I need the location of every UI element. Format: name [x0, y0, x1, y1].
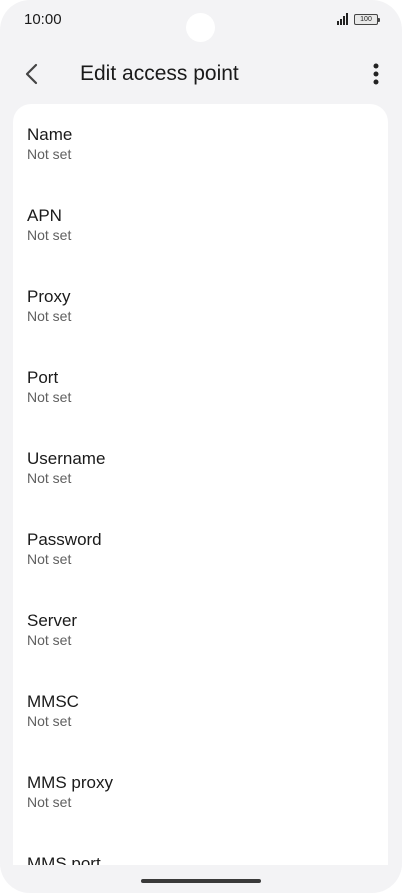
setting-value: Not set	[27, 227, 72, 243]
setting-row-mmsc[interactable]: MMSC Not set	[13, 671, 388, 752]
setting-label: Username	[27, 449, 106, 468]
chevron-left-icon	[25, 63, 38, 85]
setting-value: Not set	[27, 470, 72, 486]
setting-value: Not set	[27, 794, 72, 810]
status-time: 10:00	[24, 11, 62, 28]
setting-label: Server	[27, 611, 78, 630]
setting-label: MMS proxy	[27, 773, 113, 792]
setting-value: Not set	[27, 308, 72, 324]
status-icons: 100	[337, 13, 380, 25]
setting-value: Not set	[27, 713, 72, 729]
setting-label: MMSC	[27, 692, 79, 711]
setting-row-server[interactable]: Server Not set	[13, 590, 388, 671]
setting-row-password[interactable]: Password Not set	[13, 509, 388, 590]
more-options-button[interactable]	[362, 58, 390, 90]
page-title: Edit access point	[80, 62, 239, 85]
setting-label: APN	[27, 206, 62, 225]
setting-label: Proxy	[27, 287, 71, 306]
setting-value: Not set	[27, 389, 72, 405]
settings-list: Name Not set APN Not set Proxy Not set P…	[13, 104, 388, 893]
setting-row-username[interactable]: Username Not set	[13, 428, 388, 509]
setting-row-name[interactable]: Name Not set	[13, 104, 388, 185]
setting-label: Password	[27, 530, 102, 549]
setting-label: Name	[27, 125, 73, 144]
battery-icon: 100	[354, 13, 380, 25]
setting-value: Not set	[27, 146, 72, 162]
back-button[interactable]	[16, 58, 48, 90]
setting-label: Port	[27, 368, 59, 387]
status-bar: 10:00 100	[0, 0, 402, 44]
more-vertical-icon	[373, 63, 379, 85]
setting-row-mms-proxy[interactable]: MMS proxy Not set	[13, 752, 388, 833]
setting-value: Not set	[27, 551, 72, 567]
camera-cutout	[186, 13, 215, 42]
setting-row-apn[interactable]: APN Not set	[13, 185, 388, 266]
app-bar: Edit access point	[0, 50, 402, 98]
phone-screen: 10:00 100 Edit access point Name Not set…	[0, 0, 402, 893]
setting-row-port[interactable]: Port Not set	[13, 347, 388, 428]
signal-icon	[337, 13, 348, 25]
setting-row-proxy[interactable]: Proxy Not set	[13, 266, 388, 347]
setting-value: Not set	[27, 632, 72, 648]
home-indicator[interactable]	[141, 879, 261, 883]
